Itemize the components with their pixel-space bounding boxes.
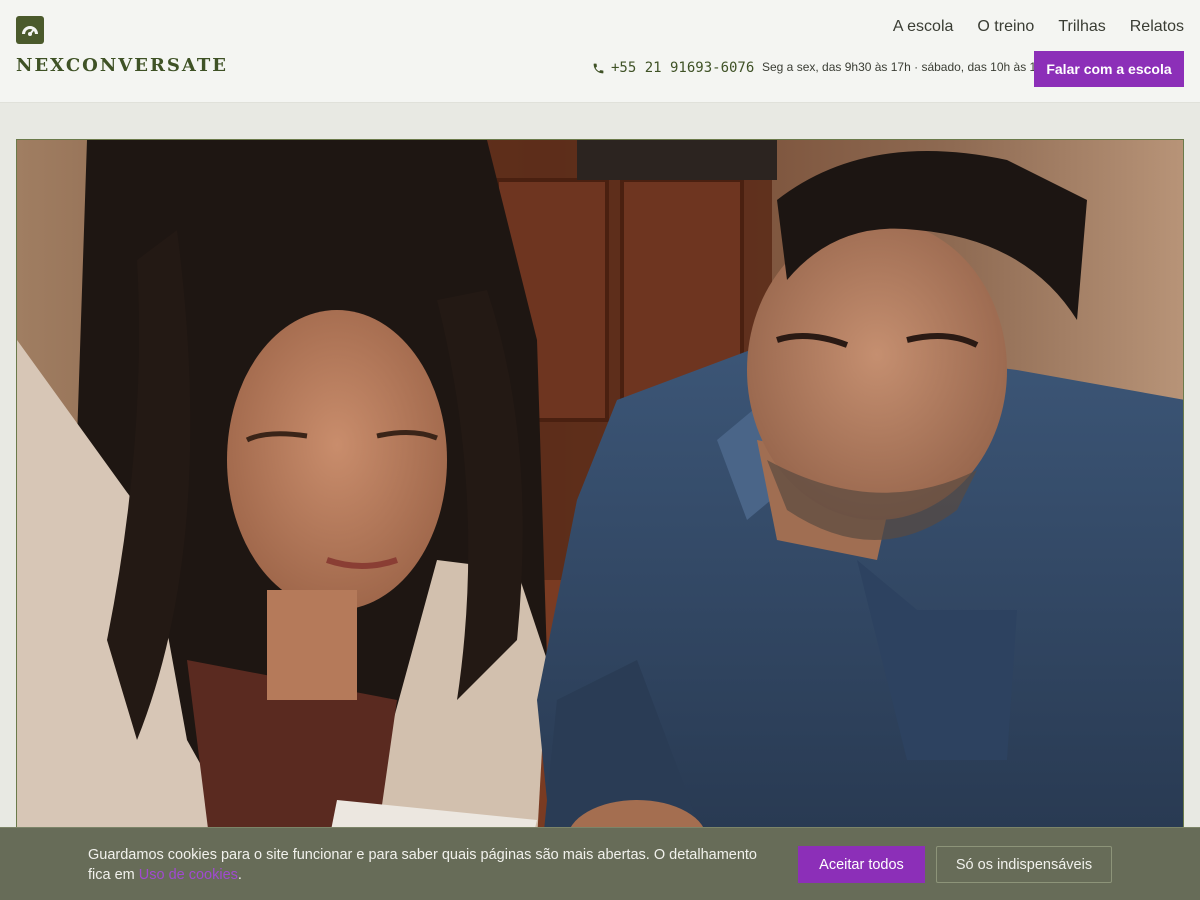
main-nav: A escola O treino Trilhas Relatos <box>869 17 1184 37</box>
cookie-text-end: . <box>237 867 242 883</box>
phone-link[interactable]: +55 21 91693-6076 <box>592 60 754 76</box>
nav-item-relatos[interactable]: Relatos <box>1130 17 1184 37</box>
hero-photo <box>16 139 1184 900</box>
accept-all-cookies-button[interactable]: Aceitar todos <box>798 846 925 883</box>
speech-gauge-icon[interactable] <box>16 16 44 44</box>
nav-item-o-treino[interactable]: O treino <box>977 17 1034 37</box>
cookie-banner: Guardamos cookies para o site funcionar … <box>0 827 1200 900</box>
nav-item-a-escola[interactable]: A escola <box>893 17 953 37</box>
site-header: NEXCONVERSATE A escola O treino Trilhas … <box>0 0 1200 103</box>
cookie-policy-link[interactable]: Uso de cookies <box>139 867 238 883</box>
cookie-message: Guardamos cookies para o site funcionar … <box>88 845 778 885</box>
opening-hours: Seg a sex, das 9h30 às 17h · sábado, das… <box>762 60 1050 74</box>
phone-number: +55 21 91693-6076 <box>611 60 755 76</box>
contact-school-button[interactable]: Falar com a escola <box>1034 51 1184 87</box>
nav-item-trilhas[interactable]: Trilhas <box>1058 17 1105 37</box>
phone-icon <box>592 62 605 75</box>
essential-cookies-button[interactable]: Só os indispensáveis <box>936 846 1112 883</box>
brand-name[interactable]: NEXCONVERSATE <box>16 55 228 76</box>
